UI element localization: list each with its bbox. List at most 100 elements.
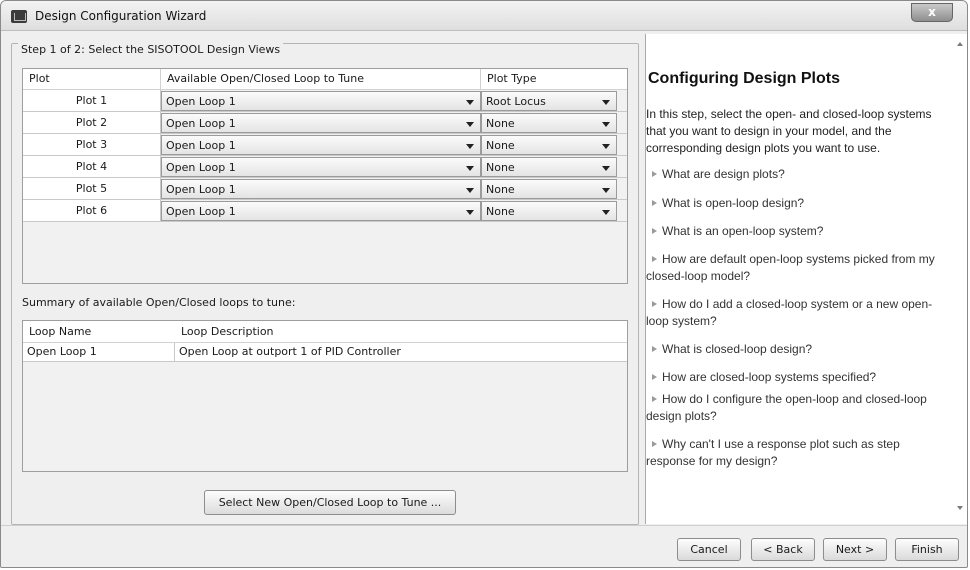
help-link[interactable]: What is closed-loop design? [646,341,946,358]
loop-name-cell: Open Loop 1 [23,343,175,361]
expand-arrow-icon [652,301,657,308]
table-row: Plot 3 Open Loop 1 None [23,134,627,156]
chevron-down-icon [602,100,610,105]
help-link[interactable]: What is an open-loop system? [646,223,946,240]
table-row[interactable]: Open Loop 1 Open Loop at outport 1 of PI… [23,343,627,362]
design-views-panel: Step 1 of 2: Select the SISOTOOL Design … [11,37,639,525]
help-link-text: What are design plots? [662,167,785,181]
loop-select[interactable]: Open Loop 1 [161,135,481,155]
loop-select[interactable]: Open Loop 1 [161,113,481,133]
summary-label: Summary of available Open/Closed loops t… [22,296,296,309]
help-link-text: What is an open-loop system? [662,224,824,238]
help-link-text: How are closed-loop systems specified? [662,370,877,384]
loop-select[interactable]: Open Loop 1 [161,157,481,177]
plot-type-select[interactable]: None [481,179,617,199]
chevron-down-icon [602,166,610,171]
select-new-loop-button[interactable]: Select New Open/Closed Loop to Tune ... [204,490,456,515]
expand-arrow-icon [652,346,657,353]
help-link-text: How do I add a closed-loop system or a n… [646,297,933,328]
plot-label: Plot 5 [23,178,161,199]
help-link[interactable]: What is open-loop design? [646,195,946,212]
table-row: Plot 1 Open Loop 1 Root Locus [23,90,627,112]
loop-select[interactable]: Open Loop 1 [161,91,481,111]
chevron-down-icon [466,100,474,105]
help-intro: In this step, select the open- and close… [646,107,932,155]
table-row: Plot 4 Open Loop 1 None [23,156,627,178]
plot-label: Plot 3 [23,134,161,155]
chevron-down-icon [602,144,610,149]
design-views-table: Plot Available Open/Closed Loop to Tune … [22,68,628,284]
help-link[interactable]: Why can't I use a response plot such as … [646,436,946,470]
help-link[interactable]: How do I add a closed-loop system or a n… [646,296,946,330]
expand-arrow-icon [652,171,657,178]
chevron-down-icon [602,122,610,127]
expand-arrow-icon [652,396,657,403]
title-bar[interactable]: Design Configuration Wizard x [1,1,967,31]
column-header-loop-name[interactable]: Loop Name [23,321,175,343]
help-link[interactable]: How are default open-loop systems picked… [646,251,946,285]
loop-select-value: Open Loop 1 [166,95,236,108]
help-link-text: How do I configure the open-loop and clo… [646,392,927,423]
plot-type-select[interactable]: None [481,201,617,221]
loop-description-cell: Open Loop at outport 1 of PID Controller [179,345,401,358]
chevron-down-icon [466,166,474,171]
loop-select-value: Open Loop 1 [166,205,236,218]
help-link-text: How are default open-loop systems picked… [646,252,935,283]
app-icon [11,10,27,23]
help-link[interactable]: How do I configure the open-loop and clo… [646,391,946,425]
plot-type-select[interactable]: Root Locus [481,91,617,111]
loop-select-value: Open Loop 1 [166,117,236,130]
scroll-down-icon[interactable] [957,506,963,510]
design-table-header: Plot Available Open/Closed Loop to Tune … [23,69,627,90]
help-link[interactable]: What are design plots? [646,166,946,183]
scroll-up-icon[interactable] [957,42,963,46]
footer-divider [1,525,967,526]
finish-button[interactable]: Finish [895,538,959,561]
expand-arrow-icon [652,256,657,263]
plot-type-select[interactable]: None [481,135,617,155]
column-header-plot-type[interactable]: Plot Type [481,69,627,90]
column-header-loop[interactable]: Available Open/Closed Loop to Tune [161,69,481,90]
close-button[interactable]: x [911,3,953,22]
help-scrollbar[interactable] [952,34,967,524]
plot-label: Plot 2 [23,112,161,133]
plot-label: Plot 6 [23,200,161,221]
help-title: Configuring Design Plots [648,70,840,87]
expand-arrow-icon [652,374,657,381]
table-row: Plot 2 Open Loop 1 None [23,112,627,134]
plot-type-value: None [486,139,515,152]
step-groupbox: Step 1 of 2: Select the SISOTOOL Design … [11,43,639,525]
column-header-plot[interactable]: Plot [23,69,161,90]
loop-select-value: Open Loop 1 [166,161,236,174]
plot-label: Plot 1 [23,90,161,111]
plot-type-value: None [486,161,515,174]
expand-arrow-icon [652,441,657,448]
plot-type-select[interactable]: None [481,113,617,133]
expand-arrow-icon [652,200,657,207]
plot-type-value: Root Locus [486,95,546,108]
plot-type-select[interactable]: None [481,157,617,177]
cancel-button[interactable]: Cancel [677,538,741,561]
plot-type-value: None [486,205,515,218]
loop-select-value: Open Loop 1 [166,183,236,196]
help-link-text: What is closed-loop design? [662,342,813,356]
table-row: Plot 6 Open Loop 1 None [23,200,627,222]
loop-table-header: Loop Name Loop Description [23,321,627,343]
loop-select-value: Open Loop 1 [166,139,236,152]
plot-type-value: None [486,117,515,130]
chevron-down-icon [466,122,474,127]
column-header-loop-description[interactable]: Loop Description [175,321,627,343]
chevron-down-icon [466,210,474,215]
help-link-text: What is open-loop design? [662,196,805,210]
chevron-down-icon [602,188,610,193]
expand-arrow-icon [652,228,657,235]
loop-select[interactable]: Open Loop 1 [161,179,481,199]
loop-select[interactable]: Open Loop 1 [161,201,481,221]
window-title: Design Configuration Wizard [35,9,207,23]
chevron-down-icon [466,188,474,193]
back-button[interactable]: < Back [751,538,815,561]
wizard-window: Design Configuration Wizard x Step 1 of … [0,0,968,568]
next-button[interactable]: Next > [823,538,887,561]
plot-type-value: None [486,183,515,196]
help-link[interactable]: How are closed-loop systems specified? [646,369,946,386]
